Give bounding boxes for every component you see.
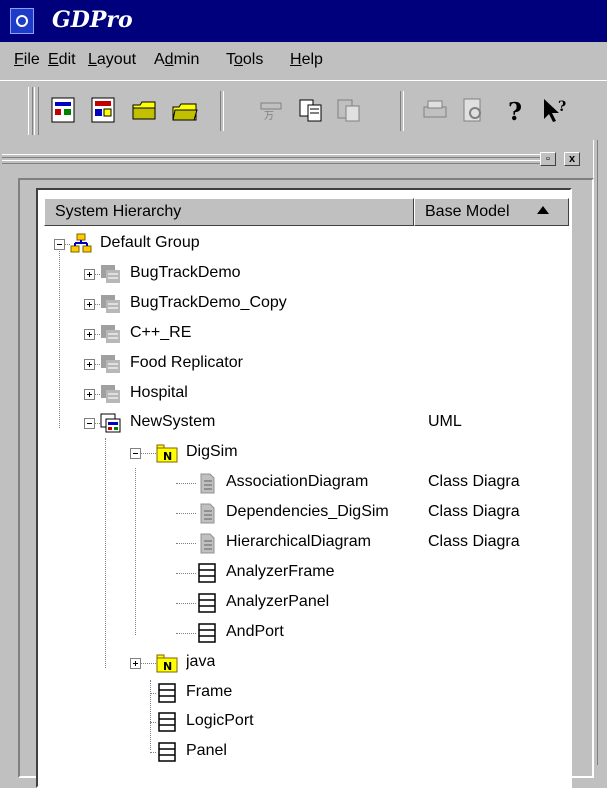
tree-connector-line	[176, 483, 196, 485]
tree-item-label[interactable]: C++_RE	[130, 324, 191, 342]
sort-arrow-icon	[537, 206, 549, 214]
print-preview-icon[interactable]	[458, 95, 488, 125]
diagram-icon	[196, 502, 218, 524]
class-icon	[156, 741, 178, 763]
svg-text:N: N	[163, 450, 172, 463]
cut-icon[interactable]: 万	[256, 95, 286, 125]
help-icon[interactable]: ?	[500, 95, 530, 126]
tree-item-label[interactable]: AssociationDiagram	[226, 473, 368, 491]
base-model-value: Class Diagra	[428, 503, 520, 521]
svg-text:N: N	[163, 660, 172, 673]
tree-item-label[interactable]: AndPort	[226, 623, 284, 641]
expand-icon[interactable]	[84, 358, 95, 370]
toolbar-separator	[400, 91, 404, 131]
tree-item-label[interactable]: Frame	[186, 683, 232, 701]
tree-item-label[interactable]: HierarchicalDiagram	[226, 533, 371, 551]
tree-connector-line	[176, 632, 196, 634]
base-model-value: Class Diagra	[428, 473, 520, 491]
system-disabled-icon	[100, 293, 122, 315]
tree-connector-line	[135, 468, 136, 635]
tree-item-label[interactable]: Panel	[186, 742, 227, 760]
tree-item-label[interactable]: Food Replicator	[130, 354, 243, 372]
tree-connector-line	[141, 662, 156, 664]
system-disabled-icon	[100, 383, 122, 405]
tree-item-label[interactable]: LogicPort	[186, 712, 254, 730]
base-model-value: UML	[428, 413, 462, 431]
tree-connector-line	[141, 453, 156, 455]
menu-help[interactable]: Help	[290, 51, 323, 69]
context-help-icon[interactable]: ?	[540, 95, 570, 125]
paste-icon[interactable]	[334, 95, 364, 125]
system-disabled-icon	[100, 323, 122, 345]
window-title: GDPro	[52, 7, 133, 33]
print-icon[interactable]	[420, 95, 450, 125]
collapse-icon[interactable]	[54, 239, 65, 250]
tree-item-label[interactable]: Default Group	[100, 234, 200, 252]
diagram-icon	[196, 532, 218, 554]
tree-item-label[interactable]: Hospital	[130, 384, 188, 402]
toolbar-grip[interactable]	[34, 87, 39, 135]
tree-item-label[interactable]: AnalyzerFrame	[226, 563, 334, 581]
tree-item-label[interactable]: java	[186, 653, 215, 671]
menu-admin[interactable]: Admin	[154, 51, 199, 69]
tree-item-label[interactable]: NewSystem	[130, 413, 215, 431]
tree-item-label[interactable]: AnalyzerPanel	[226, 593, 329, 611]
column-system-hierarchy[interactable]: System Hierarchy	[44, 198, 414, 226]
system-disabled-icon	[100, 353, 122, 375]
tree-item-label[interactable]: DigSim	[186, 443, 238, 461]
tree-connector-line	[150, 680, 151, 750]
group-icon	[70, 233, 92, 255]
diagram-icon	[196, 472, 218, 494]
system-icon	[100, 412, 122, 434]
expand-icon[interactable]	[84, 268, 95, 280]
open-repo-icon[interactable]	[88, 95, 118, 125]
svg-text:?: ?	[558, 99, 566, 115]
panel-grip[interactable]	[0, 148, 540, 170]
open-folder-icon[interactable]	[130, 95, 160, 125]
tree-connector-line	[176, 543, 196, 544]
collapse-icon[interactable]	[84, 418, 95, 430]
close-button[interactable]: x	[564, 152, 580, 166]
package-icon: N	[156, 442, 178, 464]
svg-text:万: 万	[264, 111, 274, 122]
menu-layout[interactable]: Layout	[88, 51, 136, 69]
save-icon[interactable]	[170, 95, 200, 125]
app-icon[interactable]	[10, 8, 34, 34]
system-disabled-icon	[100, 263, 122, 285]
class-icon	[196, 622, 218, 644]
tree-connector-line	[176, 513, 196, 515]
new-icon[interactable]	[48, 95, 78, 125]
column-header: System Hierarchy Base Model	[44, 198, 569, 226]
tree-item-label[interactable]: Dependencies_DigSim	[226, 503, 389, 521]
title-bar: GDPro	[0, 0, 607, 42]
expand-icon[interactable]	[84, 298, 95, 310]
collapse-icon[interactable]	[130, 448, 141, 460]
tree-connector-line	[59, 246, 60, 428]
tree-connector-line	[176, 572, 196, 574]
menu-edit[interactable]: Edit	[48, 51, 76, 69]
svg-text:?: ?	[508, 97, 522, 125]
restore-button[interactable]: ▫	[540, 152, 556, 166]
toolbar: 万??	[0, 80, 607, 141]
class-icon	[156, 682, 178, 704]
menu-tools[interactable]: Tools	[226, 51, 263, 69]
copy-icon[interactable]	[296, 95, 326, 125]
tree-connector-line	[176, 602, 196, 604]
class-icon	[156, 711, 178, 733]
expand-icon[interactable]	[84, 328, 95, 340]
toolbar-separator	[220, 91, 224, 131]
package-icon: N	[156, 652, 178, 674]
expand-icon[interactable]	[84, 388, 95, 400]
expand-icon[interactable]	[130, 657, 141, 669]
class-icon	[196, 562, 218, 584]
menu-bar: File Edit Layout Admin Tools Help	[0, 42, 607, 78]
tree-connector-line	[105, 438, 106, 668]
tree-item-label[interactable]: BugTrackDemo_Copy	[130, 294, 287, 312]
tree-item-label[interactable]: BugTrackDemo	[130, 264, 241, 282]
base-model-value: Class Diagra	[428, 533, 520, 550]
class-icon	[196, 592, 218, 614]
toolbar-grip[interactable]	[28, 87, 33, 135]
menu-file[interactable]: File	[14, 51, 40, 69]
